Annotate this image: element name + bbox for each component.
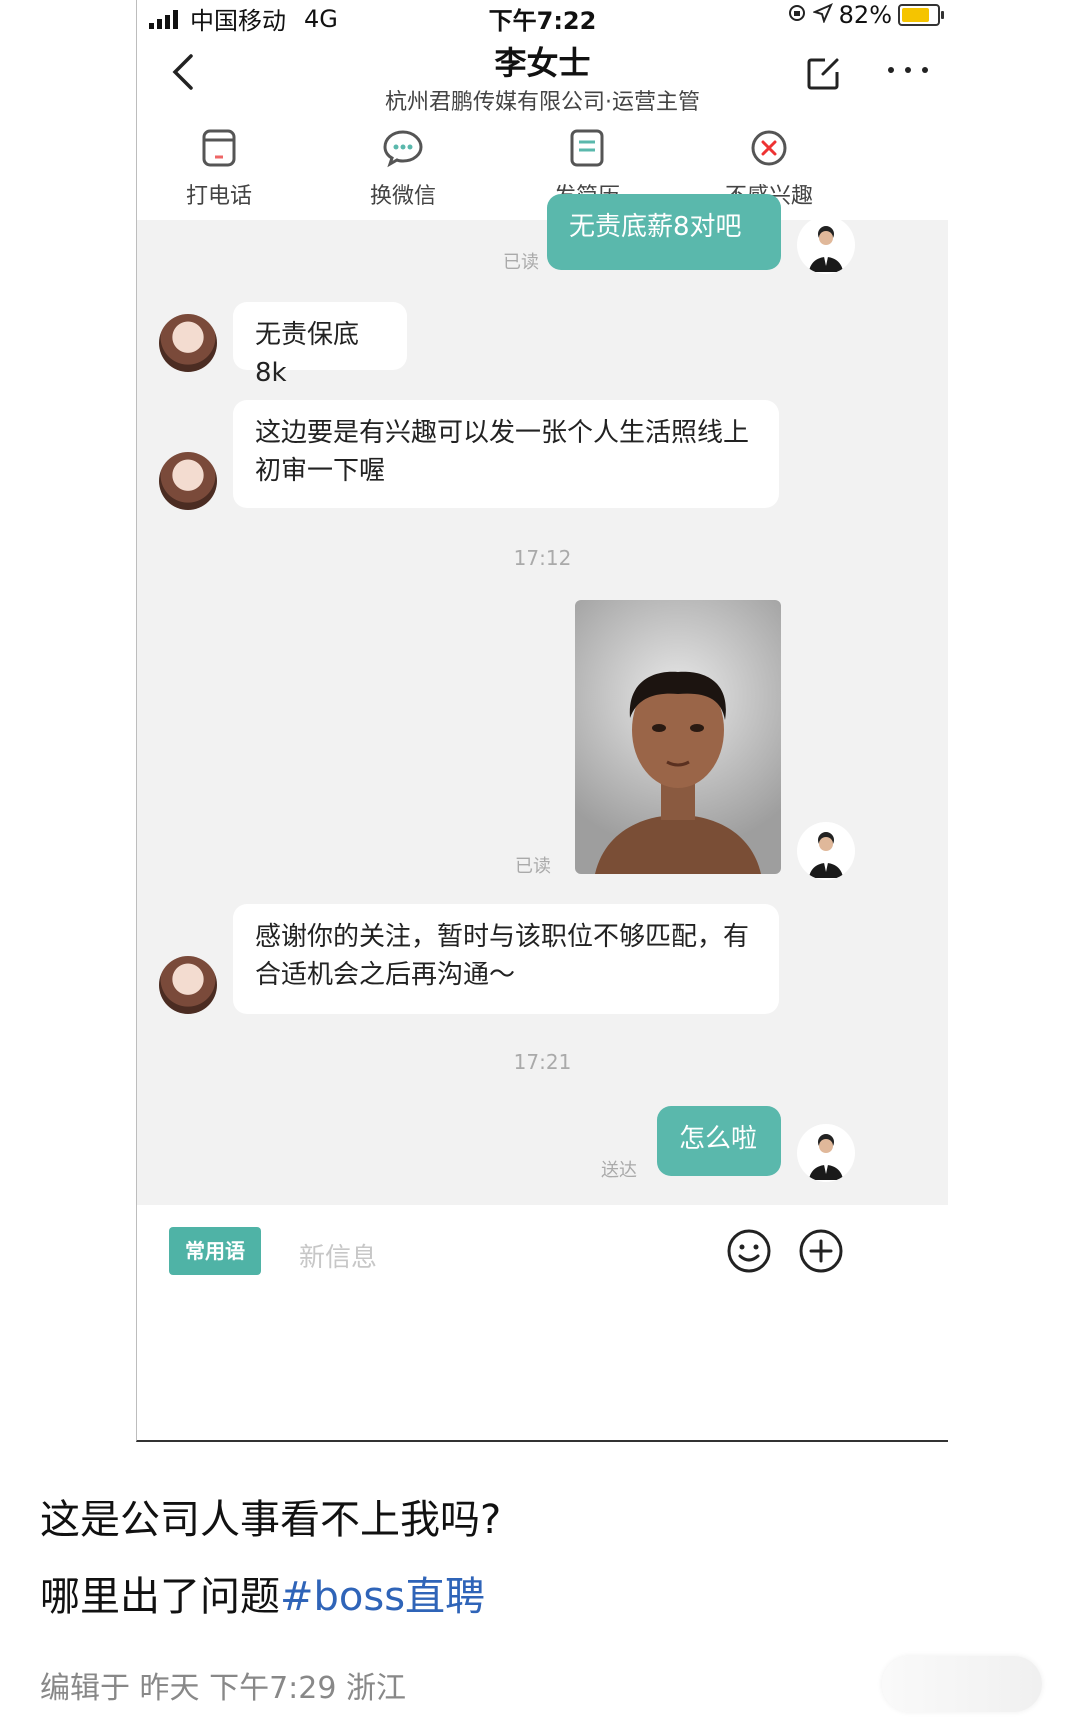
chat-area[interactable]: 无责底薪8对吧 已读 无责保底8k 这边要是有兴趣可以发一张个人生活照线上初审一… [137,194,948,1205]
message-text: 无责底薪8对吧 [569,212,742,242]
read-status: 已读 [515,856,551,877]
read-status: 已读 [503,252,539,273]
recruiter-avatar[interactable] [159,314,217,372]
quick-phrases-button[interactable]: 常用语 [169,1227,261,1275]
message-text: 这边要是有兴趣可以发一张个人生活照线上初审一下喔 [255,418,750,486]
lock-rotation-icon [787,1,807,29]
phone-screenshot: 中国移动 4G 下午7:22 82% 李女士 杭州君鹏传媒有限公司·运营主管 打… [136,0,948,1442]
chat-header: 李女士 杭州君鹏传媒有限公司·运营主管 [137,34,948,116]
timestamp: 17:12 [513,546,572,570]
post-text-line2: 哪里出了问题#boss直聘 [40,1564,485,1622]
sent-photo[interactable] [575,600,781,874]
my-avatar[interactable] [797,822,855,880]
delivery-status: 送达 [601,1160,637,1181]
incoming-message[interactable]: 感谢你的关注，暂时与该职位不够匹配，有合适机会之后再沟通～ [233,904,779,1014]
resume-icon [565,126,609,170]
message-input[interactable]: 新信息 [299,1237,377,1274]
hashtag-link[interactable]: #boss直聘 [280,1574,485,1620]
more-attachments-button[interactable] [797,1227,845,1275]
incoming-message[interactable]: 无责保底8k [233,302,407,388]
message-text: 感谢你的关注，暂时与该职位不够匹配，有合适机会之后再沟通～ [255,922,750,990]
my-avatar[interactable] [797,216,855,274]
location-icon [811,1,833,29]
action-row: 打电话 换微信 发简历 不感兴趣 [137,118,948,220]
more-options-button[interactable] [883,62,933,82]
message-text: 怎么啦 [679,1124,758,1154]
not-interested-icon [747,126,791,170]
phone-icon [197,126,241,170]
edit-icon [807,58,839,90]
timestamp: 17:21 [513,1050,572,1074]
post-text-line1: 这是公司人事看不上我吗? [40,1497,502,1543]
emoji-button[interactable] [725,1227,773,1275]
recruiter-avatar[interactable] [159,452,217,510]
action-label: 打电话 [185,184,252,209]
post-text-prefix: 哪里出了问题 [40,1574,280,1620]
call-action[interactable]: 打电话 [139,126,299,210]
reaction-button[interactable] [882,1656,1042,1712]
wechat-icon [381,126,425,170]
more-icon [888,67,928,73]
message-text: 无责保底8k [255,320,360,388]
my-avatar[interactable] [797,1124,855,1182]
post-meta: 编辑于 昨天 下午7:29 浙江 [40,1671,406,1706]
portrait-image [595,671,761,874]
outgoing-message[interactable]: 怎么啦 [657,1106,781,1176]
incoming-message[interactable]: 这边要是有兴趣可以发一张个人生活照线上初审一下喔 [233,400,779,508]
plus-icon [799,1229,843,1273]
input-bar: 常用语 新信息 [137,1205,948,1440]
action-label: 换微信 [369,184,436,209]
outgoing-message[interactable]: 无责底薪8对吧 [547,194,781,270]
recruiter-avatar[interactable] [159,956,217,1014]
battery-icon [898,4,944,26]
battery-percent: 82% [838,1,892,29]
edit-button[interactable] [803,54,843,94]
emoji-icon [727,1229,771,1273]
status-bar: 中国移动 4G 下午7:22 82% [137,0,948,35]
wechat-action[interactable]: 换微信 [323,126,483,210]
